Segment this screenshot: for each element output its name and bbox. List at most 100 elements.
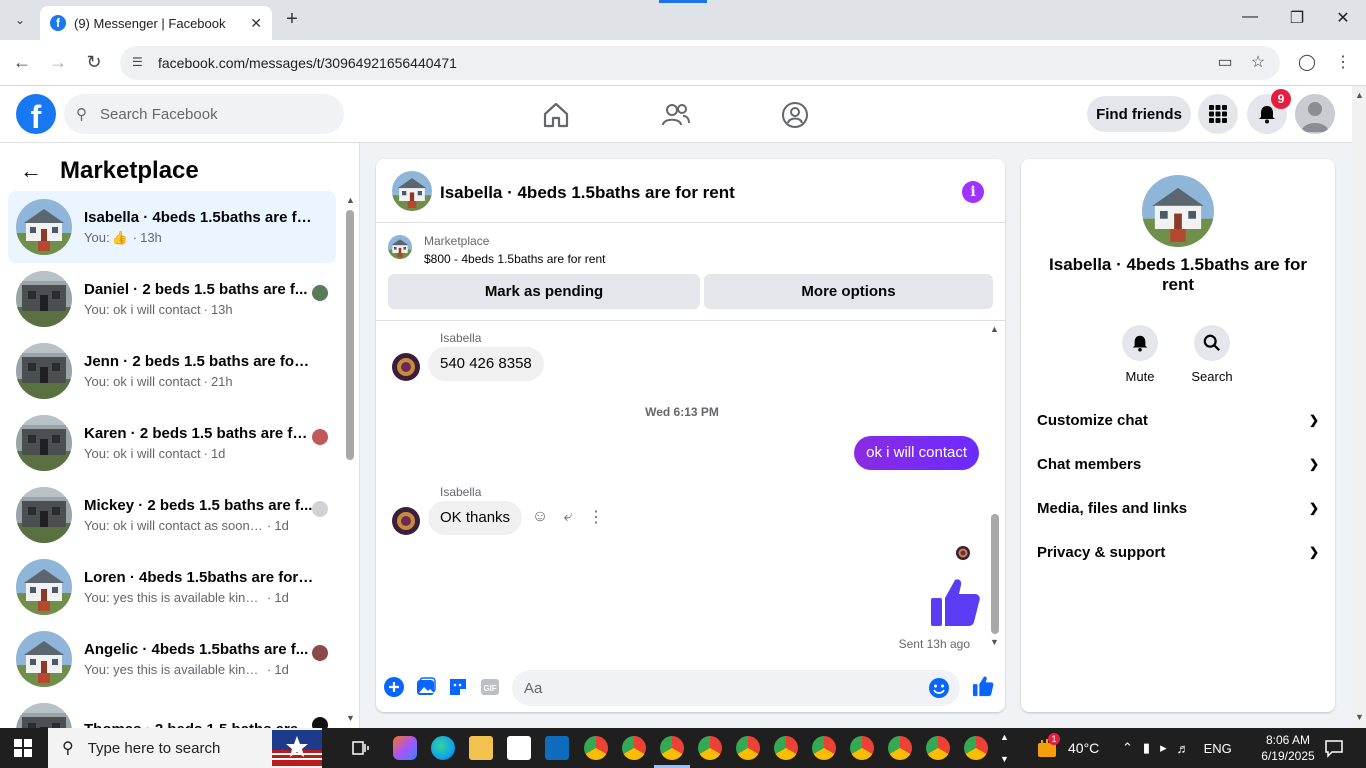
incoming-message[interactable]: 540 426 8358: [428, 347, 544, 381]
install-app-icon[interactable]: ▭: [1215, 52, 1235, 72]
menu-grid-button[interactable]: [1198, 94, 1238, 134]
chrome-app-icon[interactable]: [812, 736, 836, 760]
outlook-app-icon[interactable]: [545, 736, 569, 760]
conversation-item[interactable]: Jenn · 2 beds 1.5 baths are for rent You:…: [8, 335, 336, 407]
mute-action[interactable]: Mute: [1112, 325, 1168, 384]
chrome-app-icon[interactable]: [622, 736, 646, 760]
scroll-down-arrow-icon[interactable]: ▼: [346, 713, 355, 723]
notification-center-icon[interactable]: [1324, 738, 1344, 758]
bookmark-star-icon[interactable]: ☆: [1248, 52, 1268, 72]
wifi-icon[interactable]: ▸: [1160, 740, 1167, 756]
chat-members-section[interactable]: Chat members ❯: [1037, 446, 1319, 482]
plus-circle-icon[interactable]: [383, 676, 405, 698]
minimize-icon[interactable]: —: [1240, 8, 1260, 26]
tab-close-icon[interactable]: ✕: [250, 15, 262, 32]
tray-chevron-up-icon[interactable]: ⌃: [1122, 740, 1133, 756]
forward-arrow-icon[interactable]: →: [48, 52, 68, 72]
sticker-icon[interactable]: [447, 676, 469, 698]
close-window-icon[interactable]: ✕: [1333, 8, 1353, 28]
outgoing-message[interactable]: ok i will contact: [854, 436, 979, 470]
emoji-icon[interactable]: [928, 677, 950, 699]
chat-avatar[interactable]: [392, 171, 432, 211]
details-avatar[interactable]: [1142, 175, 1214, 247]
thumbs-up-sticker-icon[interactable]: [929, 576, 981, 628]
new-tab-plus-icon[interactable]: +: [282, 8, 302, 31]
find-friends-button[interactable]: Find friends: [1087, 96, 1191, 132]
back-arrow-icon[interactable]: ←: [20, 158, 42, 184]
friends-icon[interactable]: [661, 100, 691, 130]
chat-scroll-up-arrow-icon[interactable]: ▲: [990, 324, 999, 334]
message-input[interactable]: [524, 679, 904, 697]
taskbar-overflow-down-icon[interactable]: ▼: [1000, 754, 1009, 764]
conversation-item[interactable]: Angelic · 4beds 1.5baths are f... You: ye…: [8, 623, 336, 695]
search-highlight-flag-icon[interactable]: [272, 730, 322, 766]
chrome-app-icon[interactable]: [654, 736, 690, 768]
facebook-search-input[interactable]: [100, 105, 320, 123]
page-scroll-up-arrow-icon[interactable]: ▲: [1355, 90, 1364, 100]
media-files-links-section[interactable]: Media, files and links ❯: [1037, 490, 1319, 526]
chat-scroll-down-arrow-icon[interactable]: ▼: [990, 637, 999, 647]
sender-avatar[interactable]: [392, 353, 420, 381]
taskbar-overflow-up-icon[interactable]: ▲: [1000, 732, 1009, 742]
copilot-app-icon[interactable]: [393, 736, 417, 760]
more-options-button[interactable]: More options: [704, 274, 993, 309]
browser-menu-icon[interactable]: ⋮: [1333, 52, 1353, 72]
listing-price-title[interactable]: $800 - 4beds 1.5baths are for rent: [424, 252, 605, 266]
tab-search-chevron-icon[interactable]: ⌄: [8, 8, 32, 32]
facebook-search[interactable]: ⚲: [64, 94, 344, 134]
conversation-item[interactable]: Mickey · 2 beds 1.5 baths are f... You: o…: [8, 479, 336, 551]
scroll-up-arrow-icon[interactable]: ▲: [346, 195, 355, 205]
edge-app-icon[interactable]: [431, 736, 455, 760]
battery-icon[interactable]: ▮: [1143, 740, 1150, 756]
language-indicator[interactable]: ENG: [1204, 741, 1232, 756]
privacy-support-section[interactable]: Privacy & support ❯: [1037, 534, 1319, 570]
react-emoji-icon[interactable]: ☺: [526, 508, 554, 526]
conversation-item[interactable]: Karen · 2 beds 1.5 baths are fo... You: o…: [8, 407, 336, 479]
message-input-box[interactable]: [512, 670, 960, 706]
browser-tab-messenger[interactable]: f (9) Messenger | Facebook ✕: [40, 6, 272, 40]
chrome-app-icon[interactable]: [774, 736, 798, 760]
profile-icon[interactable]: ◯: [1297, 52, 1317, 72]
mark-as-pending-button[interactable]: Mark as pending: [388, 274, 700, 309]
chrome-app-icon[interactable]: [736, 736, 760, 760]
conversation-item[interactable]: Isabella · 4beds 1.5baths are for ... You…: [8, 191, 336, 263]
task-view-icon[interactable]: [350, 738, 370, 758]
listing-thumbnail[interactable]: [388, 235, 412, 259]
conversation-list-scrollbar[interactable]: [346, 210, 354, 460]
store-app-icon[interactable]: [507, 736, 531, 760]
conversation-item[interactable]: Thomas · 2 beds 1.5 baths are ...: [8, 695, 336, 728]
chrome-app-icon[interactable]: [850, 736, 874, 760]
incoming-message[interactable]: OK thanks: [428, 501, 523, 535]
windows-start-icon[interactable]: [14, 739, 32, 757]
like-icon[interactable]: [972, 675, 994, 697]
photo-icon[interactable]: [415, 676, 437, 698]
reply-icon[interactable]: ⤶: [554, 508, 582, 526]
account-avatar[interactable]: [1295, 94, 1335, 134]
chrome-app-icon[interactable]: [926, 736, 950, 760]
conversation-item[interactable]: Daniel · 2 beds 1.5 baths are f... You: o…: [8, 263, 336, 335]
customize-chat-section[interactable]: Customize chat ❯: [1037, 402, 1319, 438]
info-icon[interactable]: i: [962, 181, 984, 203]
facebook-logo-icon[interactable]: f: [16, 94, 56, 134]
chrome-app-icon[interactable]: [584, 736, 608, 760]
chrome-app-icon[interactable]: [698, 736, 722, 760]
more-vertical-icon[interactable]: ⋮: [582, 507, 610, 527]
sender-avatar[interactable]: [392, 507, 420, 535]
restore-icon[interactable]: ❐: [1287, 8, 1307, 28]
chrome-app-icon[interactable]: [964, 736, 988, 760]
page-scrollbar[interactable]: ▲ ▼: [1352, 86, 1366, 728]
chat-scrollbar[interactable]: [991, 514, 999, 634]
chat-title[interactable]: Isabella · 4beds 1.5baths are for rent: [440, 183, 735, 203]
taskbar-clock[interactable]: 8:06 AM 6/19/2025: [1258, 732, 1318, 764]
address-bar[interactable]: ☰ facebook.com/messages/t/30964921656440…: [120, 46, 1280, 80]
page-scroll-down-arrow-icon[interactable]: ▼: [1355, 712, 1364, 722]
reload-icon[interactable]: ↻: [84, 52, 104, 72]
conversation-item[interactable]: Loren · 4beds 1.5baths are for rent You: …: [8, 551, 336, 623]
back-arrow-icon[interactable]: ←: [12, 52, 32, 72]
gif-icon[interactable]: GIF: [479, 676, 501, 698]
groups-icon[interactable]: [780, 100, 810, 130]
home-icon[interactable]: [541, 100, 571, 130]
weather-widget[interactable]: 1 40°C: [1036, 728, 1099, 768]
search-action[interactable]: Search: [1184, 325, 1240, 384]
file-explorer-icon[interactable]: [469, 736, 493, 760]
